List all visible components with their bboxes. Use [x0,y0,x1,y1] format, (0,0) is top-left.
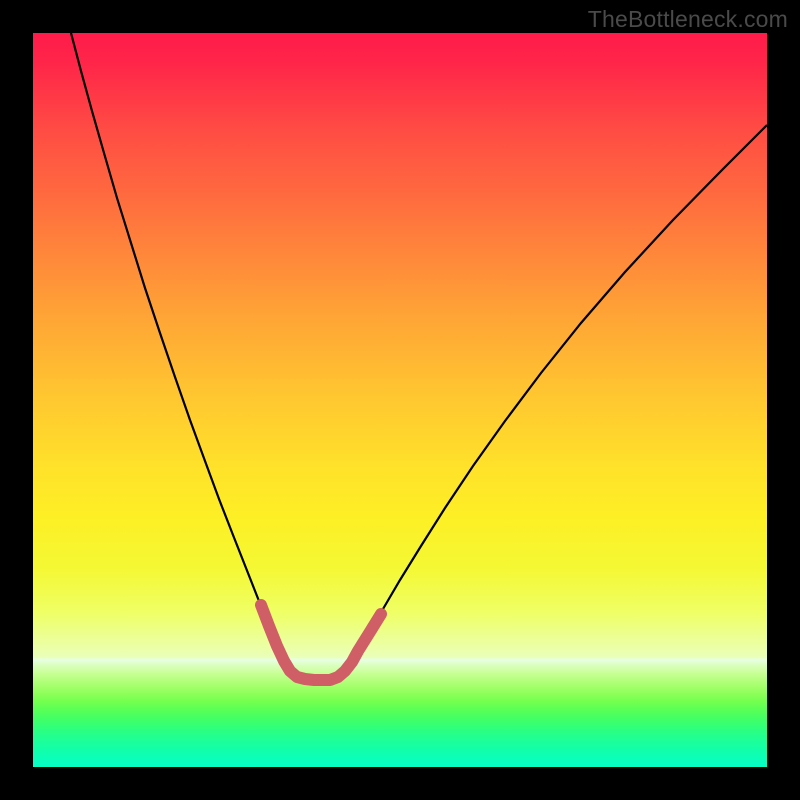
watermark-text: TheBottleneck.com [588,6,788,33]
plot-area [33,33,767,767]
chart-container: TheBottleneck.com [0,0,800,800]
curve-right-arm [352,125,767,664]
curve-layer [33,33,767,767]
overlay-valley-dots [261,605,381,680]
curve-left-arm [71,33,286,664]
